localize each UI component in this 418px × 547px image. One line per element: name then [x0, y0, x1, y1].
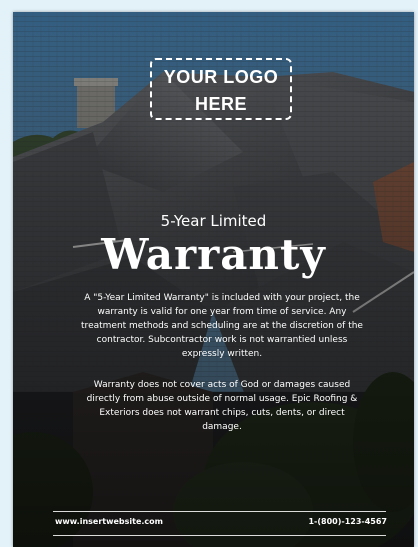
warranty-paragraph-1: A "5-Year Limited Warranty" is included … [81, 293, 363, 359]
logo-placeholder: YOUR LOGO HERE [150, 58, 292, 120]
warranty-subtitle: 5-Year Limited [160, 212, 267, 230]
footer-divider-bottom [53, 535, 386, 536]
website-link[interactable]: www.insertwebsite.com [55, 517, 163, 526]
logo-line-2: HERE [194, 94, 247, 114]
warranty-title: Warranty [101, 230, 326, 279]
phone-number[interactable]: 1-(800)-123-4567 [308, 517, 387, 526]
warranty-flyer: YOUR LOGO HERE 5-Year Limited Warranty A… [13, 12, 414, 547]
logo-line-1: YOUR LOGO [163, 67, 279, 87]
footer-divider-top [53, 511, 386, 512]
warranty-paragraph-2: Warranty does not cover acts of God or d… [86, 380, 358, 432]
